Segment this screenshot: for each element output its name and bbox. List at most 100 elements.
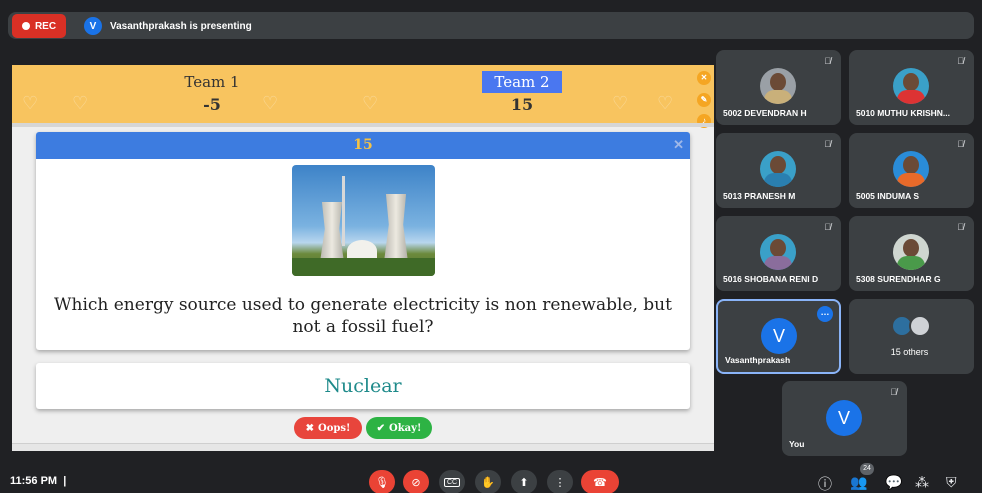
chat-icon[interactable]: 💬 xyxy=(885,474,902,491)
participant-name: 5013 PRANESH M xyxy=(723,191,796,201)
participant-photo xyxy=(760,151,796,187)
camera-off-icon: ⊘ xyxy=(411,476,421,489)
close-icon[interactable]: ✕ xyxy=(673,132,684,159)
people-icon[interactable]: 👥 xyxy=(850,474,867,491)
mic-off-icon: 🎙̸ xyxy=(824,56,831,66)
oops-label: Oops! xyxy=(317,422,351,434)
participant-tile-presenter[interactable]: … V Vasanthprakash xyxy=(716,299,841,374)
oops-button[interactable]: ✖ Oops! xyxy=(294,417,362,439)
okay-label: Okay! xyxy=(389,422,422,434)
others-tile[interactable]: 15 others xyxy=(849,299,974,374)
team-2-panel: Team 2 15 xyxy=(482,71,562,114)
self-avatar: V xyxy=(826,400,862,436)
participant-name: 5308 SURENDHAR G xyxy=(856,274,941,284)
mic-toggle-button[interactable]: 🎙 xyxy=(369,470,395,493)
team-2-score: 15 xyxy=(510,95,534,114)
self-name: You xyxy=(789,439,805,449)
others-count: 15 others xyxy=(890,347,929,357)
team-1-score: -5 xyxy=(203,95,221,114)
clock: 11:56 PM | xyxy=(10,475,67,487)
participant-name: 5002 DEVENDRAN H xyxy=(723,108,807,118)
participant-tile[interactable]: 🎙̸ 5016 SHOBANA RENI D xyxy=(716,216,841,291)
shared-screen: ♡ ♡ ♡ ♡ ♡ ♡ Team 1 -5 Team 2 15 ✕ ✎ ♪ 15… xyxy=(12,65,714,451)
participant-name: 5016 SHOBANA RENI D xyxy=(723,274,819,284)
camera-toggle-button[interactable]: ⊘ xyxy=(403,470,429,493)
more-options-button[interactable]: ⋮ xyxy=(547,470,573,493)
photo-body xyxy=(897,256,925,270)
question-header: 15 ✕ xyxy=(36,132,690,159)
photo-body xyxy=(764,173,792,187)
hand-icon: ✋ xyxy=(481,476,495,489)
presenting-text: Vasanthprakash is presenting xyxy=(110,20,252,32)
cooling-tower xyxy=(384,194,408,262)
meet-window: REC V Vasanthprakash is presenting ♡ ♡ ♡… xyxy=(0,0,982,493)
raise-hand-button[interactable]: ✋ xyxy=(475,470,501,493)
participant-photo xyxy=(893,151,929,187)
meeting-info-icon[interactable]: ⓘ xyxy=(818,474,832,493)
presenter-info: V Vasanthprakash is presenting xyxy=(76,14,256,38)
team-1-panel: Team 1 -5 xyxy=(172,71,252,114)
team-1-name: Team 1 xyxy=(184,73,240,91)
presenter-avatar: V xyxy=(84,17,102,35)
chimney xyxy=(342,176,345,246)
okay-button[interactable]: ✔ Okay! xyxy=(366,417,432,439)
answer-card: Nuclear xyxy=(36,363,690,409)
participant-name: 5005 INDUMA S xyxy=(856,191,919,201)
team-2-name: Team 2 xyxy=(482,71,562,93)
close-icon[interactable]: ✕ xyxy=(697,71,711,85)
leave-call-button[interactable]: ☎ xyxy=(581,470,619,493)
photo-head xyxy=(903,73,919,91)
question-card: 15 ✕ Which energy source used to generat… xyxy=(36,132,690,350)
participant-name: Vasanthprakash xyxy=(725,355,791,365)
heart-decoration-icon: ♡ xyxy=(657,93,674,113)
present-button[interactable]: ⬆ xyxy=(511,470,537,493)
mic-off-icon: 🎙̸ xyxy=(824,139,831,149)
pencil-icon[interactable]: ✎ xyxy=(697,93,711,107)
mic-off-icon: 🎙̸ xyxy=(957,222,964,232)
end-call-icon: ☎ xyxy=(593,476,607,489)
participant-tile[interactable]: 🎙̸ 5002 DEVENDRAN H xyxy=(716,50,841,125)
participant-photo xyxy=(760,68,796,104)
mic-off-icon: 🎙̸ xyxy=(824,222,831,232)
participant-tile[interactable]: 🎙̸ 5013 PRANESH M xyxy=(716,133,841,208)
cooling-tower xyxy=(320,202,344,262)
nuclear-plant-image xyxy=(292,165,435,276)
question-points: 15 xyxy=(353,137,373,153)
activities-icon[interactable]: ⁂ xyxy=(915,474,929,491)
photo-head xyxy=(770,73,786,91)
mic-off-icon: 🎙̸ xyxy=(957,56,964,66)
screen-footer xyxy=(12,443,714,451)
check-icon: ✔ xyxy=(376,422,386,434)
host-controls-icon[interactable]: ⛨ xyxy=(946,474,957,491)
record-dot-icon xyxy=(21,22,30,30)
participant-name: 5010 MUTHU KRISHN... xyxy=(856,108,950,118)
participant-tile[interactable]: 🎙̸ 5010 MUTHU KRISHN... xyxy=(849,50,974,125)
more-options-icon[interactable]: … xyxy=(817,306,833,322)
trees xyxy=(292,258,435,276)
participant-tile[interactable]: 🎙̸ 5005 INDUMA S xyxy=(849,133,974,208)
participant-photo xyxy=(893,234,929,270)
captions-button[interactable]: CC xyxy=(439,470,465,493)
clock-time: 11:56 PM xyxy=(10,475,58,487)
rec-label: REC xyxy=(34,20,57,32)
photo-head xyxy=(770,239,786,257)
recording-indicator[interactable]: REC xyxy=(12,14,66,38)
self-tile[interactable]: 🎙̸ V You xyxy=(782,381,907,456)
photo-body xyxy=(764,256,792,270)
other-participant-avatar xyxy=(909,315,931,337)
scoreboard: ♡ ♡ ♡ ♡ ♡ ♡ Team 1 -5 Team 2 15 ✕ ✎ ♪ xyxy=(12,65,714,128)
heart-decoration-icon: ♡ xyxy=(22,93,39,113)
participant-tile[interactable]: 🎙̸ 5308 SURENDHAR G xyxy=(849,216,974,291)
photo-body xyxy=(897,173,925,187)
photo-head xyxy=(903,156,919,174)
heart-decoration-icon: ♡ xyxy=(612,93,629,113)
mic-off-icon: 🎙̸ xyxy=(890,387,897,397)
participant-photo xyxy=(893,68,929,104)
heart-decoration-icon: ♡ xyxy=(72,93,89,113)
photo-body xyxy=(764,90,792,104)
more-vert-icon: ⋮ xyxy=(554,476,566,489)
heart-decoration-icon: ♡ xyxy=(262,93,279,113)
mic-off-icon: 🎙̸ xyxy=(957,139,964,149)
x-icon: ✖ xyxy=(305,422,314,434)
heart-decoration-icon: ♡ xyxy=(362,93,379,113)
